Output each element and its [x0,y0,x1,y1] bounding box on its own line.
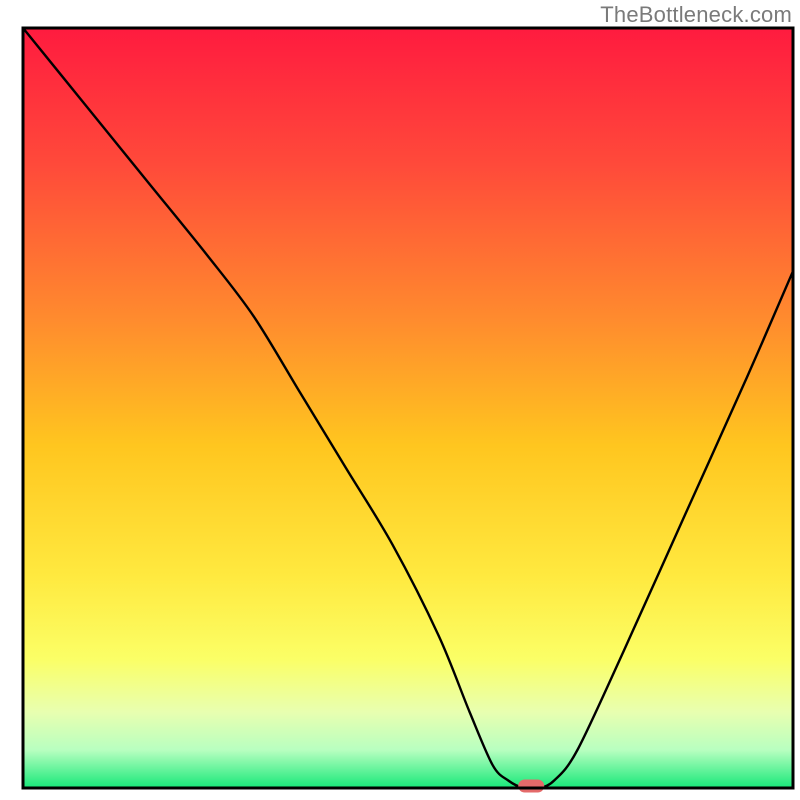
optimal-marker [518,780,544,793]
watermark-text: TheBottleneck.com [600,2,792,28]
bottleneck-chart [0,0,800,800]
chart-container: TheBottleneck.com [0,0,800,800]
gradient-background [23,28,793,788]
